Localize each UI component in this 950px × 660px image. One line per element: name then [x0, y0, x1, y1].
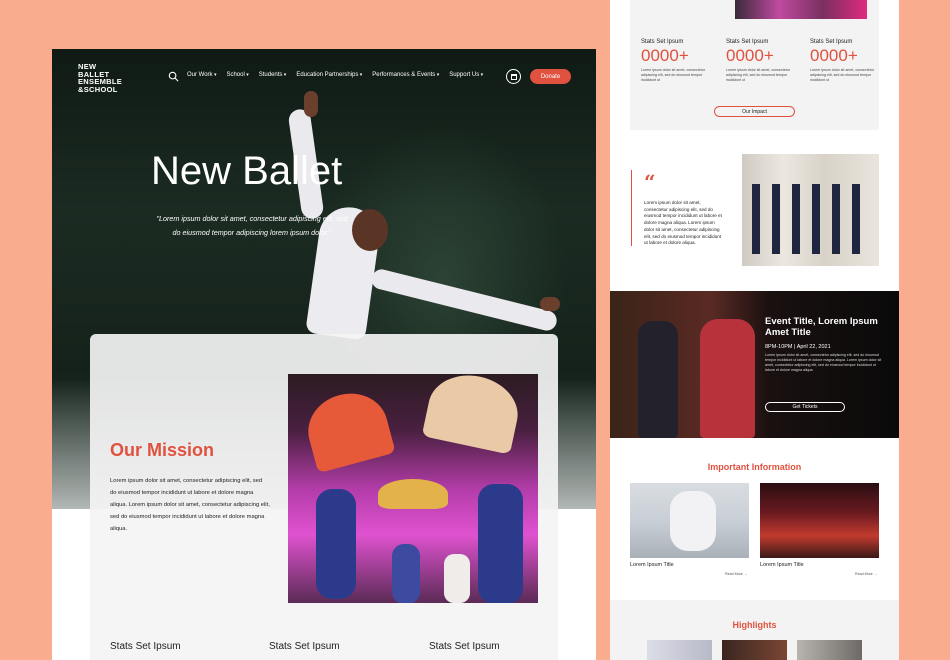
- info-card-photo[interactable]: [760, 483, 879, 558]
- stat-3: Stats Set Ipsum 0000+ Lorem ipsum dolor …: [810, 39, 885, 83]
- nav-item-students[interactable]: Students: [259, 72, 287, 78]
- parasol-yellow: [378, 479, 448, 509]
- stat-label: Stats Set Ipsum: [726, 39, 769, 45]
- mission-card: Our Mission Lorem ipsum dolor sit amet, …: [90, 334, 558, 660]
- stats-panel: Stats Set Ipsum 0000+ Lorem ipsum dolor …: [630, 0, 879, 130]
- testimonial-text: Lorem ipsum dolor sit amet, consectetur …: [644, 200, 722, 246]
- info-card-title[interactable]: Lorem Ipsum Title: [630, 562, 674, 568]
- dancer-head: [352, 209, 388, 251]
- nav-menu: Our Work School Students Education Partn…: [187, 72, 483, 78]
- stat-label: Stats Set Ipsum: [810, 39, 853, 45]
- stat-value: 0000+: [641, 46, 689, 65]
- donate-button[interactable]: Donate: [530, 69, 571, 84]
- mission-title: Our Mission: [110, 440, 215, 460]
- hero-quote: "Lorem ipsum dolor sit amet, consectetur…: [156, 214, 348, 237]
- our-impact-button[interactable]: Our Impact: [714, 106, 795, 117]
- read-more-link[interactable]: Read More →: [725, 572, 747, 576]
- top-navigation: NEW BALLET ENSEMBLE &SCHOOL Our Work Sch…: [52, 49, 596, 105]
- stat-desc: Lorem ipsum dolor sit amet, consectetur …: [810, 68, 874, 82]
- info-card-photo[interactable]: [630, 483, 749, 558]
- highlights-heading: Highlights: [732, 620, 777, 630]
- calendar-icon[interactable]: [506, 69, 521, 84]
- dancer-blue-2: [478, 484, 523, 603]
- parasol-red: [300, 384, 396, 474]
- dancer-blue-3: [392, 544, 420, 603]
- performer-right: [700, 319, 755, 438]
- performer-left: [638, 321, 678, 438]
- dancer-row: [752, 184, 862, 254]
- stage-photo: [735, 0, 867, 19]
- event-datetime: 8PM-10PM | April 22, 2021: [765, 344, 831, 350]
- search-icon[interactable]: [168, 71, 179, 82]
- stat-value: 0000+: [810, 46, 858, 65]
- event-description: Lorem ipsum dolor sit amet, consectetur …: [765, 353, 882, 372]
- quote-divider: [631, 170, 632, 246]
- stats-heading-3: Stats Set Ipsum: [429, 641, 500, 652]
- stat-value: 0000+: [726, 46, 774, 65]
- nav-item-our-work[interactable]: Our Work: [187, 72, 216, 78]
- quote-icon: “: [644, 170, 656, 194]
- info-card-title[interactable]: Lorem Ipsum Title: [760, 562, 804, 568]
- highlight-photo[interactable]: [797, 640, 862, 660]
- homepage-scroll-view: Stats Set Ipsum 0000+ Lorem ipsum dolor …: [610, 0, 899, 660]
- stat-label: Stats Set Ipsum: [641, 39, 684, 45]
- nav-item-performances-events[interactable]: Performances & Events: [372, 72, 439, 78]
- event-title: Event Title, Lorem Ipsum Amet Title: [765, 316, 878, 338]
- mission-photo: [288, 374, 538, 603]
- barre-class-photo: [742, 154, 879, 266]
- nav-item-support-us[interactable]: Support Us: [449, 72, 483, 78]
- dancer-arm-right: [369, 267, 559, 333]
- stat-1: Stats Set Ipsum 0000+ Lorem ipsum dolor …: [641, 39, 716, 83]
- highlight-photo[interactable]: [722, 640, 787, 660]
- stats-heading-1: Stats Set Ipsum: [110, 641, 181, 652]
- homepage-desktop: NEW BALLET ENSEMBLE &SCHOOL Our Work Sch…: [52, 49, 596, 660]
- mission-text: Lorem ipsum dolor sit amet, consectetur …: [110, 478, 270, 532]
- nav-item-school[interactable]: School: [226, 72, 248, 78]
- get-tickets-button[interactable]: Get Tickets: [765, 402, 845, 412]
- stat-desc: Lorem ipsum dolor sit amet, consectetur …: [726, 68, 790, 82]
- stat-desc: Lorem ipsum dolor sit amet, consectetur …: [641, 68, 705, 82]
- read-more-link[interactable]: Read More →: [855, 572, 877, 576]
- event-banner: Event Title, Lorem Ipsum Amet Title 8PM-…: [610, 291, 899, 438]
- stat-2: Stats Set Ipsum 0000+ Lorem ipsum dolor …: [726, 39, 801, 83]
- parasol-cream: [421, 374, 525, 455]
- logo[interactable]: NEW BALLET ENSEMBLE &SCHOOL: [78, 63, 122, 93]
- highlight-photo[interactable]: [647, 640, 712, 660]
- dancer-white: [444, 554, 470, 603]
- stats-heading-2: Stats Set Ipsum: [269, 641, 340, 652]
- dancer-pair: [670, 491, 716, 551]
- hero-title: New Ballet: [151, 149, 343, 193]
- nav-item-education-partnerships[interactable]: Education Partnerships: [296, 72, 362, 78]
- dancer-hand-right: [540, 297, 560, 311]
- important-information-heading: Important Information: [707, 462, 802, 472]
- dancer-blue-1: [316, 489, 356, 599]
- highlights-section: Highlights: [610, 600, 899, 660]
